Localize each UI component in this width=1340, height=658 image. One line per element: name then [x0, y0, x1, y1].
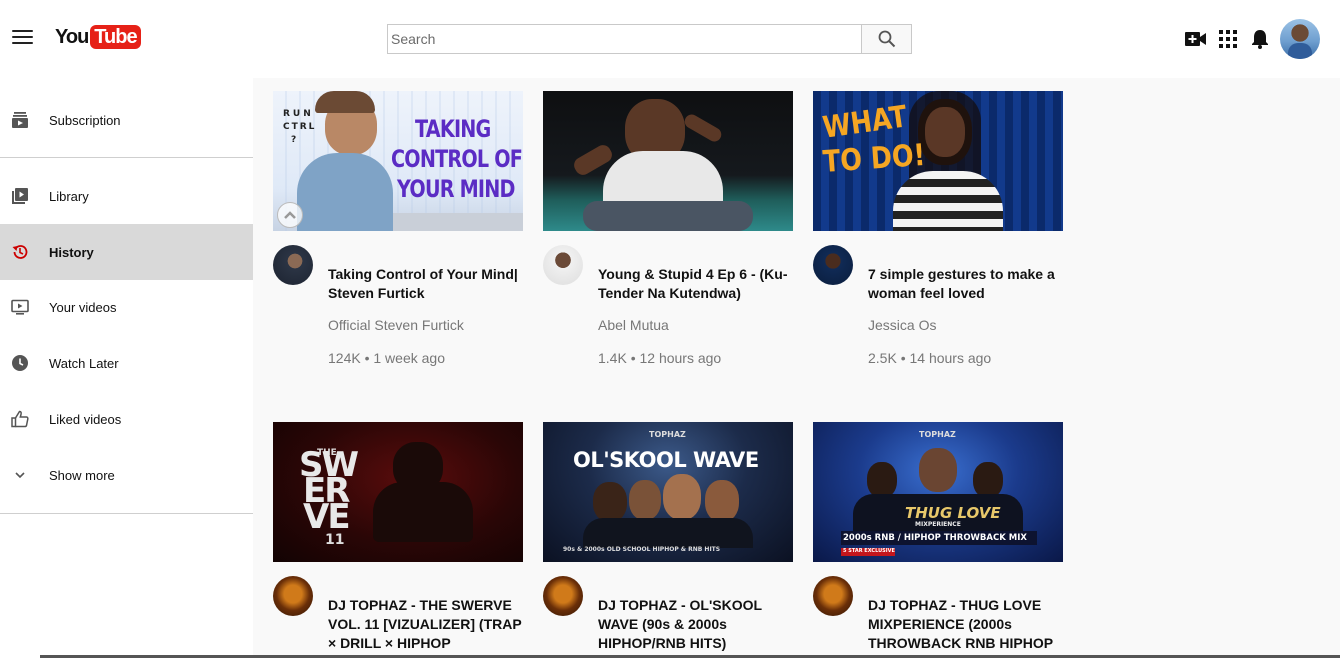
search-input[interactable]	[387, 24, 861, 54]
video-title[interactable]: DJ TOPHAZ - THUG LOVE MIXPERIENCE (2000s…	[868, 596, 1063, 653]
thumbs-up-icon	[11, 410, 29, 428]
sidebar-item-label: History	[49, 244, 94, 260]
video-meta: 124K • 1 week ago	[328, 350, 445, 366]
sidebar-item-liked-videos[interactable]: Liked videos	[0, 391, 253, 447]
thumbnail-text: TO DO!	[821, 137, 927, 180]
sidebar-item-label: Watch Later	[49, 355, 119, 371]
video-meta: 1.4K • 12 hours ago	[598, 350, 722, 366]
clock-icon	[11, 354, 29, 372]
search-bar	[387, 24, 912, 54]
notification-bell-icon[interactable]	[1248, 27, 1272, 51]
sidebar-divider	[0, 513, 253, 514]
menu-icon[interactable]	[12, 30, 33, 46]
sidebar-item-label: Show more	[49, 467, 115, 483]
channel-avatar[interactable]	[543, 245, 583, 285]
thumbnail-text: YOUR MIND	[397, 175, 515, 203]
thumbnail-text: CONTROL OF	[391, 145, 523, 173]
sidebar-item-label: Your videos	[49, 299, 117, 315]
sidebar-item-your-videos[interactable]: Your videos	[0, 279, 253, 335]
chevron-down-icon	[11, 466, 29, 484]
apps-grid-icon[interactable]	[1216, 27, 1240, 51]
sidebar-item-history[interactable]: History	[0, 224, 253, 280]
sidebar-item-label: Liked videos	[49, 411, 122, 427]
channel-avatar[interactable]	[273, 245, 313, 285]
channel-name[interactable]: Abel Mutua	[598, 317, 669, 333]
sidebar-item-watch-later[interactable]: Watch Later	[0, 335, 253, 391]
video-thumbnail[interactable]: WHAT TO DO!	[813, 91, 1063, 231]
thumbnail-text: CTRL	[283, 122, 317, 132]
thumbnail-text: 5 STAR EXCLUSIVE	[843, 548, 895, 554]
sidebar-divider	[0, 157, 253, 158]
thumbnail-text: TOPHAZ	[919, 430, 956, 439]
your-videos-icon	[11, 298, 29, 316]
logo-text-you: You	[55, 25, 89, 48]
sidebar-item-subscription[interactable]: Subscription	[0, 92, 253, 148]
thumbnail-text: THUG LOVE	[905, 504, 1001, 522]
logo-text-tube: Tube	[90, 25, 141, 49]
channel-name[interactable]: Jessica Os	[868, 317, 936, 333]
video-title[interactable]: Taking Control of Your Mind| Steven Furt…	[328, 265, 523, 303]
sidebar-item-label: Library	[49, 188, 89, 204]
thumbnail-person	[593, 482, 627, 522]
video-title[interactable]: Young & Stupid 4 Ep 6 - (Ku-Tender Na Ku…	[598, 265, 793, 303]
video-thumbnail[interactable]: THE SW ER VE 11	[273, 422, 523, 562]
channel-avatar[interactable]	[813, 245, 853, 285]
youtube-logo[interactable]: You Tube	[55, 25, 141, 49]
video-thumbnail[interactable]	[543, 91, 793, 231]
sidebar: Subscription Library History Your videos…	[0, 78, 253, 658]
thumbnail-text: 90s & 2000s OLD SCHOOL HIPHOP & RNB HITS	[563, 546, 721, 553]
video-thumbnail[interactable]: TOPHAZ OL'SKOOL WAVE 90s & 2000s OLD SCH…	[543, 422, 793, 562]
video-title[interactable]: DJ TOPHAZ - THE SWERVE VOL. 11 [VIZUALIZ…	[328, 596, 523, 653]
chevron-up-icon	[284, 211, 296, 219]
thumbnail-person	[867, 462, 897, 498]
thumbnail-text: MIXPERIENCE	[915, 521, 961, 528]
search-icon	[878, 30, 895, 48]
thumbnail-text: 2000s RNB / HIPHOP THROWBACK MIX	[843, 533, 1027, 543]
sidebar-item-show-more[interactable]: Show more	[0, 447, 253, 503]
video-title[interactable]: DJ TOPHAZ - OL'SKOOL WAVE (90s & 2000s H…	[598, 596, 793, 653]
scroll-to-top-button[interactable]	[277, 202, 303, 228]
sidebar-item-label: Subscription	[49, 112, 121, 128]
channel-avatar[interactable]	[813, 576, 853, 616]
thumbnail-text: 11	[325, 532, 345, 548]
thumbnail-text: TOPHAZ	[649, 430, 686, 439]
channel-avatar[interactable]	[543, 576, 583, 616]
thumbnail-text: VE	[303, 497, 351, 537]
thumbnail-text: RUN	[283, 109, 314, 119]
channel-name[interactable]: Official Steven Furtick	[328, 317, 464, 333]
create-video-icon[interactable]	[1184, 27, 1208, 51]
thumbnail-text: ?	[291, 135, 297, 145]
video-grid: RUN CTRL ? TAKING CONTROL OF YOUR MIND T…	[253, 78, 1340, 658]
video-thumbnail[interactable]: TOPHAZ THUG LOVE MIXPERIENCE 2000s RNB /…	[813, 422, 1063, 562]
video-thumbnail[interactable]: RUN CTRL ? TAKING CONTROL OF YOUR MIND	[273, 91, 523, 231]
video-title[interactable]: 7 simple gestures to make a woman feel l…	[868, 265, 1063, 303]
sidebar-item-library[interactable]: Library	[0, 168, 253, 224]
search-button[interactable]	[861, 24, 912, 54]
subscriptions-icon	[11, 111, 29, 129]
top-header: You Tube	[0, 0, 1340, 78]
thumbnail-text: OL'SKOOL WAVE	[573, 448, 759, 472]
user-avatar[interactable]	[1280, 19, 1320, 59]
video-meta: 2.5K • 14 hours ago	[868, 350, 992, 366]
thumbnail-text: TAKING	[415, 115, 491, 143]
library-icon	[11, 187, 29, 205]
channel-avatar[interactable]	[273, 576, 313, 616]
history-icon	[11, 243, 29, 261]
